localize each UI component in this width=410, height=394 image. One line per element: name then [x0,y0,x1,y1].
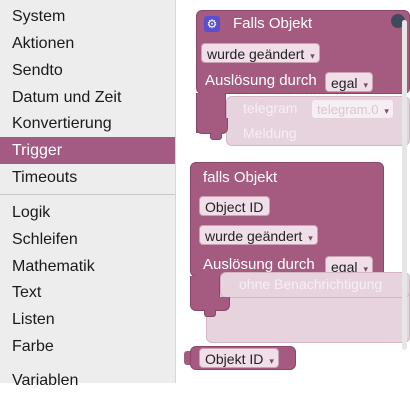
telegram-instance-dropdown[interactable]: telegram.0 ▾ [311,99,394,119]
telegram-label: telegram [243,100,298,116]
category-konvertierung[interactable]: Konvertierung [0,110,175,137]
category-system[interactable]: System [0,3,175,30]
block1-next-tab [210,133,222,140]
gear-icon[interactable]: ⚙ [204,16,220,32]
block1-bottom [196,118,228,134]
workspace-scrollbar[interactable] [402,20,407,350]
category-listen[interactable]: Listen [0,306,175,333]
trigger-block-falls-objekt[interactable]: ⚙ Falls Objekt wurde geändert ▾ Auslösung… [196,10,410,94]
message-label: Meldung [243,125,297,141]
object-id-value-block[interactable]: Objekt ID ▾ [190,346,296,370]
category-timeouts[interactable]: Timeouts [0,164,175,191]
trigger-block-falls-objekt-2[interactable]: falls Objekt Object ID wurde geändert ▾ A… [190,162,384,277]
object-id-field[interactable]: Object ID [199,196,271,216]
category-trigger[interactable]: Trigger [0,137,175,164]
category-sendto[interactable]: Sendto [0,57,175,84]
block-title: falls Objekt [203,169,278,186]
object-id-dropdown[interactable]: Objekt ID ▾ [199,348,279,368]
change-option-dropdown[interactable]: wurde geändert ▾ [199,225,318,245]
category-mathematik[interactable]: Mathematik [0,253,175,280]
change-option-dropdown[interactable]: wurde geändert ▾ [201,43,320,63]
category-aktionen[interactable]: Aktionen [0,30,175,57]
notification-block[interactable]: ohne Benachrichtigung [220,272,410,298]
telegram-block[interactable]: telegram telegram.0 ▾ Meldung [226,96,410,146]
block2-next-tab [204,310,216,317]
notification-label: ohne Benachrichtigung [239,276,383,292]
toolbox-separator [0,194,175,195]
category-text[interactable]: Text [0,279,175,306]
toolbox-sidebar: System Aktionen Sendto Datum und Zeit Ko… [0,0,176,389]
blockly-workspace[interactable]: ⚙ Falls Objekt wurde geändert ▾ Auslösung… [176,0,410,383]
category-schleifen[interactable]: Schleifen [0,226,175,253]
block2-bottom [190,297,230,311]
trigger-label: Auslösung durch [203,256,315,273]
category-logik[interactable]: Logik [0,199,175,226]
trigger-label: Auslösung durch [205,72,317,89]
trigger-dropdown[interactable]: egal ▾ [325,72,373,92]
category-farbe[interactable]: Farbe [0,333,175,360]
category-datum-und-zeit[interactable]: Datum und Zeit [0,84,175,111]
category-variablen[interactable]: Variablen [0,367,175,394]
block-title: Falls Objekt [233,15,313,32]
